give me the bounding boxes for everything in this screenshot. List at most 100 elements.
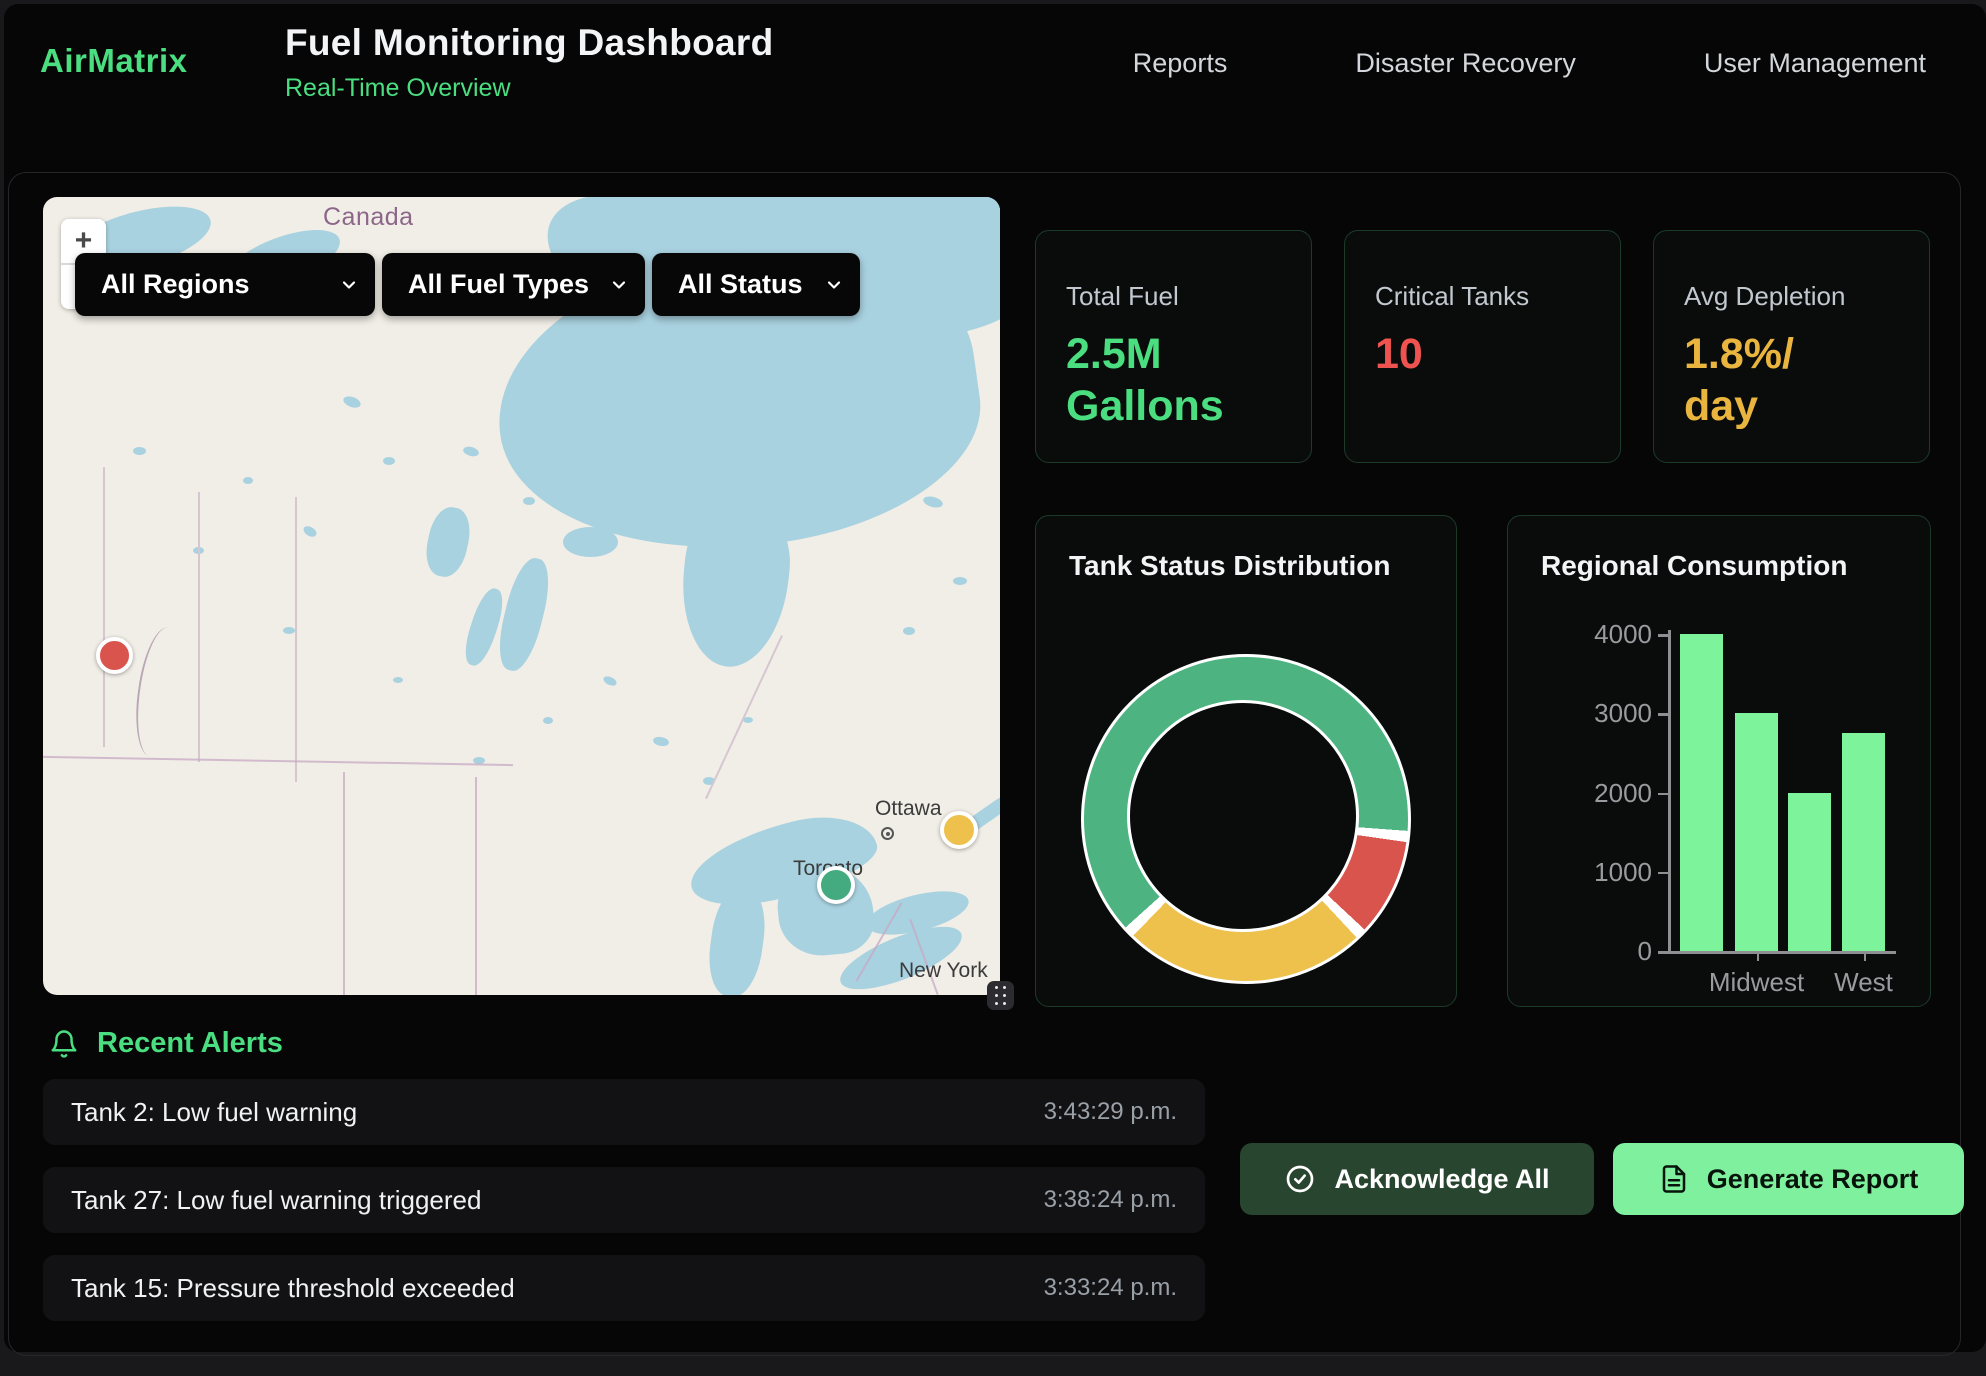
y-tick-label: 3000 xyxy=(1552,698,1652,729)
alert-timestamp: 3:33:24 p.m. xyxy=(1044,1274,1177,1302)
filter-select-all-status[interactable]: All Status xyxy=(652,253,860,316)
lake-shape xyxy=(743,717,753,723)
resize-handle-icon[interactable] xyxy=(987,981,1014,1010)
top-nav: Reports Disaster Recovery User Management xyxy=(1133,48,1926,79)
generate-report-button[interactable]: Generate Report xyxy=(1613,1143,1964,1215)
y-tick-label: 2000 xyxy=(1552,778,1652,809)
lake-shape xyxy=(903,627,915,635)
app-surface: AirMatrix Fuel Monitoring Dashboard Real… xyxy=(4,4,1986,1352)
alert-message: Tank 2: Low fuel warning xyxy=(71,1097,357,1128)
nav-item-user-management[interactable]: User Management xyxy=(1704,48,1926,79)
filter-label: All Regions xyxy=(75,269,250,300)
chevron-down-icon xyxy=(339,275,359,295)
recent-alerts-title: Recent Alerts xyxy=(97,1027,283,1060)
alert-row[interactable]: Tank 15: Pressure threshold exceeded 3:33… xyxy=(43,1255,1205,1321)
lake-shape xyxy=(243,477,253,484)
chevron-down-icon xyxy=(609,275,629,295)
stat-card-avg-depletion: Avg Depletion 1.8%/day xyxy=(1653,230,1930,463)
lake-shape xyxy=(462,445,480,458)
filter-select-all-fuel-types[interactable]: All Fuel Types xyxy=(382,253,645,316)
x-axis-line xyxy=(1668,951,1896,954)
app-logo[interactable]: AirMatrix xyxy=(40,42,188,80)
x-tick-label-west: West xyxy=(1834,967,1893,998)
map[interactable]: CanadaOttawaTorontoNew York + − All Regi… xyxy=(43,197,1000,995)
bar-2 xyxy=(1788,793,1831,952)
alert-timestamp: 3:43:29 p.m. xyxy=(1044,1098,1177,1126)
y-tick-label: 1000 xyxy=(1552,857,1652,888)
generate-report-label: Generate Report xyxy=(1707,1164,1919,1195)
x-tick xyxy=(1864,951,1867,961)
acknowledge-all-label: Acknowledge All xyxy=(1334,1164,1549,1195)
x-tick-label-midwest: Midwest xyxy=(1709,967,1804,998)
lake-shape xyxy=(393,677,403,683)
lake-shape xyxy=(602,674,618,687)
nav-item-disaster-recovery[interactable]: Disaster Recovery xyxy=(1355,48,1576,79)
map-label-new-york: New York xyxy=(899,959,988,983)
stat-value: 1.8%/day xyxy=(1684,328,1929,433)
stat-value: 2.5MGallons xyxy=(1066,328,1311,433)
tank-marker-critical[interactable] xyxy=(96,637,133,674)
lake-shape xyxy=(563,527,618,557)
content-panel: CanadaOttawaTorontoNew York + − All Regi… xyxy=(8,172,1961,1356)
y-tick xyxy=(1658,951,1668,954)
lake-shape xyxy=(922,495,944,510)
lake-shape xyxy=(953,577,967,585)
map-border-line xyxy=(43,756,513,766)
stat-label: Critical Tanks xyxy=(1375,281,1620,312)
map-label-ottawa: Ottawa xyxy=(875,797,942,821)
alert-timestamp: 3:38:24 p.m. xyxy=(1044,1186,1177,1214)
lake-shape xyxy=(342,394,362,410)
alert-row[interactable]: Tank 2: Low fuel warning 3:43:29 p.m. xyxy=(43,1079,1205,1145)
acknowledge-all-button[interactable]: Acknowledge All xyxy=(1240,1143,1594,1215)
lake-shape xyxy=(383,457,395,465)
alert-message: Tank 27: Low fuel warning triggered xyxy=(71,1185,481,1216)
header-titles: Fuel Monitoring Dashboard Real-Time Over… xyxy=(285,22,773,103)
tank-marker-warning[interactable] xyxy=(940,811,978,849)
bell-icon xyxy=(49,1029,79,1059)
bar-1 xyxy=(1735,713,1778,951)
stat-card-total-fuel: Total Fuel 2.5MGallons xyxy=(1035,230,1312,463)
map-border-line xyxy=(295,497,297,782)
page-subtitle: Real-Time Overview xyxy=(285,74,773,103)
tank-status-title: Tank Status Distribution xyxy=(1069,550,1456,582)
recent-alerts-header: Recent Alerts xyxy=(49,1027,283,1060)
filter-label: All Status xyxy=(652,269,803,300)
x-tick xyxy=(1757,951,1760,961)
regional-consumption-bar-chart: 40003000200010000MidwestWest xyxy=(1508,516,1930,1006)
filter-label: All Fuel Types xyxy=(382,269,589,300)
bar-0 xyxy=(1680,634,1723,951)
bar-3 xyxy=(1842,733,1885,951)
tank-status-donut-chart xyxy=(1081,654,1411,984)
y-tick xyxy=(1658,634,1668,637)
lake-shape xyxy=(523,497,535,505)
nav-item-reports[interactable]: Reports xyxy=(1133,48,1228,79)
tank-status-card: Tank Status Distribution xyxy=(1035,515,1457,1007)
alert-message: Tank 15: Pressure threshold exceeded xyxy=(71,1273,515,1304)
dashboard-root: AirMatrix Fuel Monitoring Dashboard Real… xyxy=(0,0,1986,1376)
lake-shape xyxy=(492,554,557,675)
y-tick xyxy=(1658,793,1668,796)
map-label-canada: Canada xyxy=(323,203,414,232)
lake-shape xyxy=(283,627,295,634)
map-border-line xyxy=(103,467,105,747)
map-border-line xyxy=(198,492,200,762)
regional-consumption-card: Regional Consumption 40003000200010000Mi… xyxy=(1507,515,1931,1007)
stat-label: Total Fuel xyxy=(1066,281,1311,312)
filter-select-all-regions[interactable]: All Regions xyxy=(75,253,375,316)
map-border-line xyxy=(343,772,345,995)
map-border-line xyxy=(475,777,477,995)
lake-shape xyxy=(302,524,319,539)
stat-label: Avg Depletion xyxy=(1684,281,1929,312)
stat-value: 10 xyxy=(1375,328,1620,380)
lake-shape xyxy=(652,736,669,748)
stats-row: Total Fuel 2.5MGallons Critical Tanks 10 Avg… xyxy=(1035,230,1930,463)
lake-shape xyxy=(421,504,475,581)
river-line xyxy=(129,625,189,760)
header: AirMatrix Fuel Monitoring Dashboard Real… xyxy=(4,4,1986,124)
donut-hole xyxy=(1127,700,1359,932)
check-circle-icon xyxy=(1284,1163,1316,1195)
lake-shape xyxy=(543,717,553,724)
y-tick xyxy=(1658,872,1668,875)
tank-marker-normal[interactable] xyxy=(817,866,855,904)
alert-row[interactable]: Tank 27: Low fuel warning triggered 3:38:… xyxy=(43,1167,1205,1233)
